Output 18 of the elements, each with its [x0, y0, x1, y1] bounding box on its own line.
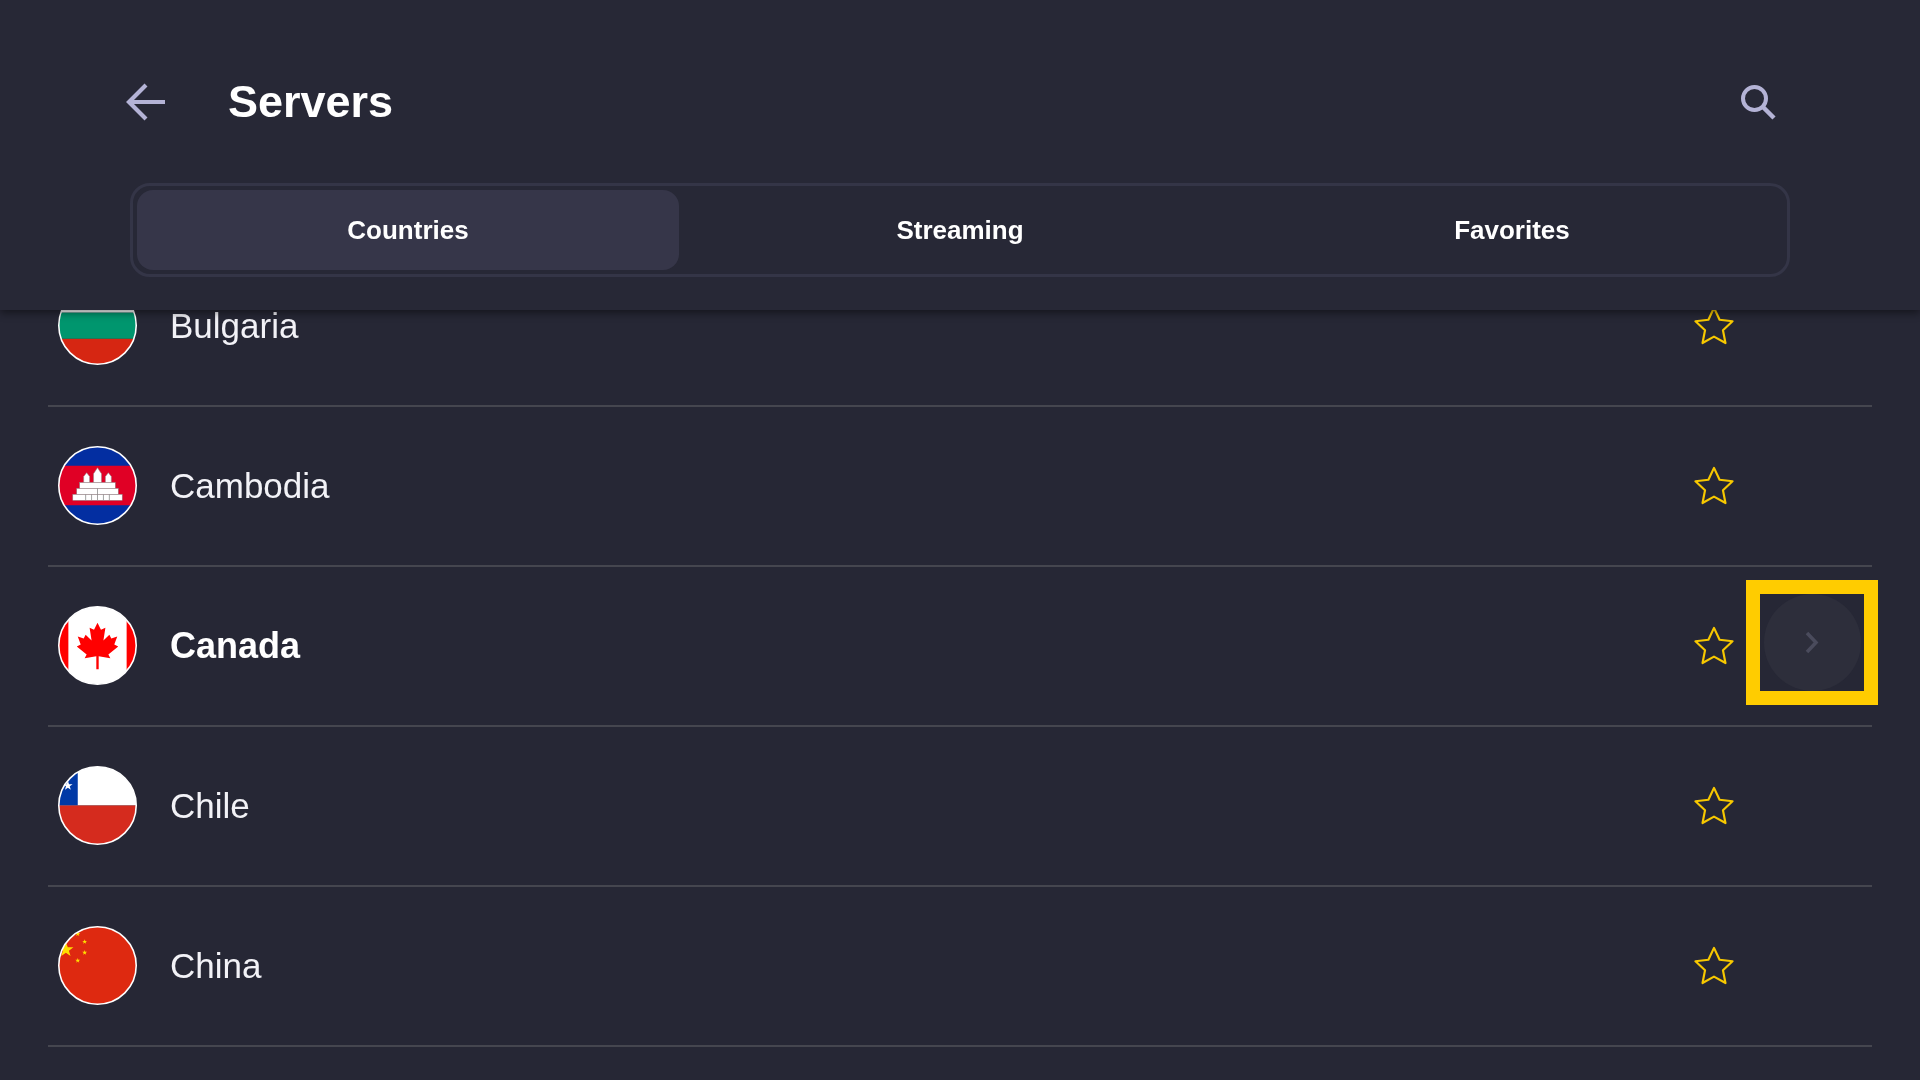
tab[interactable]: Streaming	[689, 190, 1231, 270]
chile-flag-icon	[58, 766, 137, 845]
star-icon[interactable]	[1694, 786, 1734, 825]
country-name[interactable]: China	[170, 944, 262, 987]
country-name[interactable]: Cambodia	[170, 464, 330, 507]
star-icon[interactable]	[1694, 310, 1734, 345]
tab[interactable]: Favorites	[1241, 190, 1783, 270]
star-icon[interactable]	[1694, 466, 1734, 505]
country-name[interactable]: Chile	[170, 784, 250, 827]
search-icon[interactable]	[1740, 84, 1776, 120]
star-icon[interactable]	[1694, 946, 1734, 985]
back-arrow-icon[interactable]	[125, 81, 167, 123]
star-icon[interactable]	[1694, 626, 1734, 665]
country-name[interactable]: Canada	[170, 623, 301, 668]
country-name[interactable]: Bulgaria	[170, 310, 299, 347]
chevron-right-icon	[1805, 631, 1819, 654]
tab[interactable]: Countries	[137, 190, 679, 270]
page-title: Servers	[228, 77, 395, 127]
